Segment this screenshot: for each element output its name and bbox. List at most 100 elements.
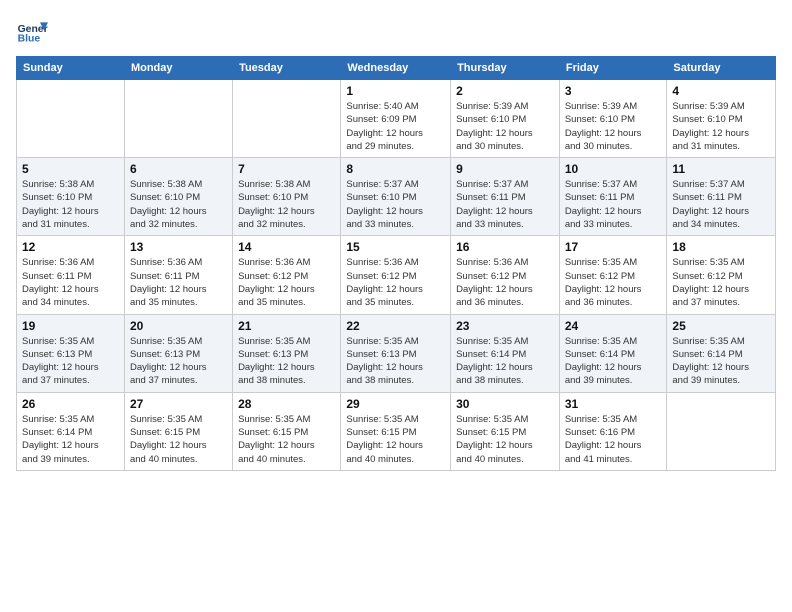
day-header-thursday: Thursday bbox=[451, 57, 560, 80]
day-number: 16 bbox=[456, 240, 554, 254]
calendar-cell: 13 Sunrise: 5:36 AMSunset: 6:11 PMDayligh… bbox=[124, 236, 232, 314]
calendar-header-row: SundayMondayTuesdayWednesdayThursdayFrid… bbox=[17, 57, 776, 80]
calendar-cell: 10 Sunrise: 5:37 AMSunset: 6:11 PMDayligh… bbox=[559, 158, 667, 236]
calendar-cell: 30Sunrise: 5:35 AMSunset: 6:15 PMDayligh… bbox=[451, 392, 560, 470]
day-number: 19 bbox=[22, 319, 119, 333]
cell-content: Sunrise: 5:35 AMSunset: 6:13 PMDaylight:… bbox=[346, 335, 445, 388]
cell-content: Sunrise: 5:35 AMSunset: 6:13 PMDaylight:… bbox=[130, 335, 227, 388]
cell-content: Sunrise: 5:35 AMSunset: 6:15 PMDaylight:… bbox=[346, 413, 445, 466]
calendar-cell: 26Sunrise: 5:35 AMSunset: 6:14 PMDayligh… bbox=[17, 392, 125, 470]
calendar-cell: 25 Sunrise: 5:35 AMSunset: 6:14 PMDayligh… bbox=[667, 314, 776, 392]
cell-content: Sunrise: 5:35 AMSunset: 6:12 PMDaylight:… bbox=[565, 256, 662, 309]
day-number: 10 bbox=[565, 162, 662, 176]
logo-icon: General Blue bbox=[16, 16, 48, 48]
calendar-cell: 9 Sunrise: 5:37 AMSunset: 6:11 PMDaylight… bbox=[451, 158, 560, 236]
calendar-cell: 18 Sunrise: 5:35 AMSunset: 6:12 PMDayligh… bbox=[667, 236, 776, 314]
cell-content: Sunrise: 5:35 AMSunset: 6:14 PMDaylight:… bbox=[672, 335, 770, 388]
day-number: 22 bbox=[346, 319, 445, 333]
day-number: 23 bbox=[456, 319, 554, 333]
day-number: 12 bbox=[22, 240, 119, 254]
day-number: 25 bbox=[672, 319, 770, 333]
calendar-week-row: 12 Sunrise: 5:36 AMSunset: 6:11 PMDayligh… bbox=[17, 236, 776, 314]
calendar-cell: 5Sunrise: 5:38 AMSunset: 6:10 PMDaylight… bbox=[17, 158, 125, 236]
day-number: 28 bbox=[238, 397, 335, 411]
day-number: 1 bbox=[346, 84, 445, 98]
day-header-saturday: Saturday bbox=[667, 57, 776, 80]
day-number: 3 bbox=[565, 84, 662, 98]
day-header-wednesday: Wednesday bbox=[341, 57, 451, 80]
calendar-cell: 22 Sunrise: 5:35 AMSunset: 6:13 PMDayligh… bbox=[341, 314, 451, 392]
day-number: 9 bbox=[456, 162, 554, 176]
calendar-cell: 17 Sunrise: 5:35 AMSunset: 6:12 PMDayligh… bbox=[559, 236, 667, 314]
cell-content: Sunrise: 5:35 AMSunset: 6:15 PMDaylight:… bbox=[130, 413, 227, 466]
calendar-cell: 19 Sunrise: 5:35 AMSunset: 6:13 PMDayligh… bbox=[17, 314, 125, 392]
cell-content: Sunrise: 5:37 AMSunset: 6:11 PMDaylight:… bbox=[565, 178, 662, 231]
cell-content: Sunrise: 5:35 AMSunset: 6:14 PMDaylight:… bbox=[456, 335, 554, 388]
day-number: 14 bbox=[238, 240, 335, 254]
cell-content: Sunrise: 5:36 AMSunset: 6:12 PMDaylight:… bbox=[346, 256, 445, 309]
calendar-cell bbox=[17, 80, 125, 158]
calendar-cell: 4 Sunrise: 5:39 AMSunset: 6:10 PMDaylight… bbox=[667, 80, 776, 158]
cell-content: Sunrise: 5:39 AMSunset: 6:10 PMDaylight:… bbox=[565, 100, 662, 153]
calendar-week-row: 5Sunrise: 5:38 AMSunset: 6:10 PMDaylight… bbox=[17, 158, 776, 236]
calendar-week-row: 26Sunrise: 5:35 AMSunset: 6:14 PMDayligh… bbox=[17, 392, 776, 470]
calendar-week-row: 19 Sunrise: 5:35 AMSunset: 6:13 PMDayligh… bbox=[17, 314, 776, 392]
calendar-cell bbox=[124, 80, 232, 158]
calendar-cell: 28 Sunrise: 5:35 AMSunset: 6:15 PMDayligh… bbox=[233, 392, 341, 470]
cell-content: Sunrise: 5:39 AMSunset: 6:10 PMDaylight:… bbox=[456, 100, 554, 153]
cell-content: Sunrise: 5:36 AMSunset: 6:11 PMDaylight:… bbox=[22, 256, 119, 309]
cell-content: Sunrise: 5:36 AMSunset: 6:12 PMDaylight:… bbox=[456, 256, 554, 309]
day-number: 13 bbox=[130, 240, 227, 254]
cell-content: Sunrise: 5:37 AMSunset: 6:11 PMDaylight:… bbox=[672, 178, 770, 231]
day-number: 20 bbox=[130, 319, 227, 333]
day-number: 18 bbox=[672, 240, 770, 254]
day-number: 4 bbox=[672, 84, 770, 98]
cell-content: Sunrise: 5:39 AMSunset: 6:10 PMDaylight:… bbox=[672, 100, 770, 153]
calendar-cell: 23 Sunrise: 5:35 AMSunset: 6:14 PMDayligh… bbox=[451, 314, 560, 392]
day-header-friday: Friday bbox=[559, 57, 667, 80]
cell-content: Sunrise: 5:35 AMSunset: 6:15 PMDaylight:… bbox=[238, 413, 335, 466]
day-number: 5 bbox=[22, 162, 119, 176]
calendar-cell: 2 Sunrise: 5:39 AMSunset: 6:10 PMDaylight… bbox=[451, 80, 560, 158]
cell-content: Sunrise: 5:35 AMSunset: 6:13 PMDaylight:… bbox=[22, 335, 119, 388]
calendar-cell: 3 Sunrise: 5:39 AMSunset: 6:10 PMDaylight… bbox=[559, 80, 667, 158]
day-header-sunday: Sunday bbox=[17, 57, 125, 80]
day-number: 29 bbox=[346, 397, 445, 411]
cell-content: Sunrise: 5:35 AMSunset: 6:12 PMDaylight:… bbox=[672, 256, 770, 309]
day-number: 31 bbox=[565, 397, 662, 411]
calendar-cell: 12 Sunrise: 5:36 AMSunset: 6:11 PMDayligh… bbox=[17, 236, 125, 314]
cell-content: Sunrise: 5:37 AMSunset: 6:11 PMDaylight:… bbox=[456, 178, 554, 231]
day-header-tuesday: Tuesday bbox=[233, 57, 341, 80]
day-number: 27 bbox=[130, 397, 227, 411]
calendar-cell: 7Sunrise: 5:38 AMSunset: 6:10 PMDaylight… bbox=[233, 158, 341, 236]
day-number: 21 bbox=[238, 319, 335, 333]
cell-content: Sunrise: 5:36 AMSunset: 6:11 PMDaylight:… bbox=[130, 256, 227, 309]
page-header: General Blue bbox=[16, 16, 776, 48]
cell-content: Sunrise: 5:35 AMSunset: 6:14 PMDaylight:… bbox=[565, 335, 662, 388]
day-number: 8 bbox=[346, 162, 445, 176]
calendar-cell: 27 Sunrise: 5:35 AMSunset: 6:15 PMDayligh… bbox=[124, 392, 232, 470]
day-number: 11 bbox=[672, 162, 770, 176]
cell-content: Sunrise: 5:35 AMSunset: 6:16 PMDaylight:… bbox=[565, 413, 662, 466]
day-number: 17 bbox=[565, 240, 662, 254]
day-header-monday: Monday bbox=[124, 57, 232, 80]
cell-content: Sunrise: 5:37 AMSunset: 6:10 PMDaylight:… bbox=[346, 178, 445, 231]
calendar-cell: 20 Sunrise: 5:35 AMSunset: 6:13 PMDayligh… bbox=[124, 314, 232, 392]
calendar-cell: 11 Sunrise: 5:37 AMSunset: 6:11 PMDayligh… bbox=[667, 158, 776, 236]
cell-content: Sunrise: 5:35 AMSunset: 6:15 PMDaylight:… bbox=[456, 413, 554, 466]
calendar-cell bbox=[233, 80, 341, 158]
calendar-table: SundayMondayTuesdayWednesdayThursdayFrid… bbox=[16, 56, 776, 471]
calendar-cell: 29 Sunrise: 5:35 AMSunset: 6:15 PMDayligh… bbox=[341, 392, 451, 470]
calendar-cell: 21 Sunrise: 5:35 AMSunset: 6:13 PMDayligh… bbox=[233, 314, 341, 392]
cell-content: Sunrise: 5:35 AMSunset: 6:14 PMDaylight:… bbox=[22, 413, 119, 466]
calendar-cell: 15Sunrise: 5:36 AMSunset: 6:12 PMDayligh… bbox=[341, 236, 451, 314]
calendar-week-row: 1 Sunrise: 5:40 AMSunset: 6:09 PMDaylight… bbox=[17, 80, 776, 158]
calendar-cell: 31 Sunrise: 5:35 AMSunset: 6:16 PMDayligh… bbox=[559, 392, 667, 470]
calendar-cell: 14Sunrise: 5:36 AMSunset: 6:12 PMDayligh… bbox=[233, 236, 341, 314]
cell-content: Sunrise: 5:40 AMSunset: 6:09 PMDaylight:… bbox=[346, 100, 445, 153]
svg-text:Blue: Blue bbox=[18, 34, 41, 45]
day-number: 2 bbox=[456, 84, 554, 98]
cell-content: Sunrise: 5:35 AMSunset: 6:13 PMDaylight:… bbox=[238, 335, 335, 388]
calendar-cell: 16 Sunrise: 5:36 AMSunset: 6:12 PMDayligh… bbox=[451, 236, 560, 314]
logo: General Blue bbox=[16, 16, 48, 48]
